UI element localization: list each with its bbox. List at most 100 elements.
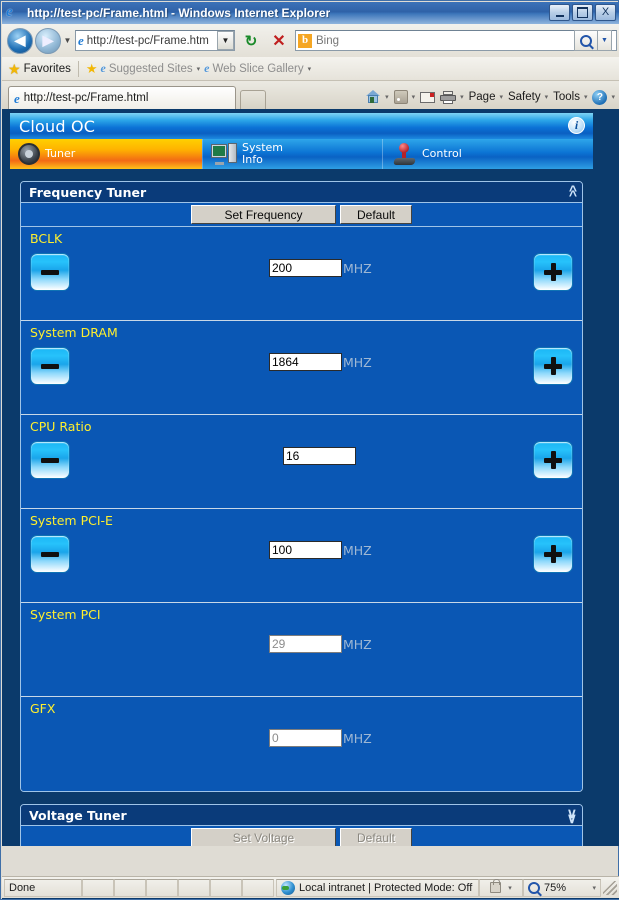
frequency-default-button[interactable]: Default [340,205,412,224]
voltage-tuner-header[interactable]: Voltage Tuner ∨ ∨ [21,805,582,826]
print-button[interactable]: ▾ [440,90,464,104]
add-to-favorites-bar-icon[interactable]: ★ [86,61,98,77]
decrease-button[interactable] [30,535,70,573]
value-input[interactable]: 29 [269,635,342,653]
toolbar-divider [77,60,79,77]
zoom-icon [528,881,540,894]
new-tab-button[interactable] [240,90,266,109]
unit-label: MHZ [343,636,372,652]
protected-mode-indicator[interactable]: ▾ [479,878,523,897]
command-bar: ▾ ▾ ▾ Page ▾ Safety ▾ Tools ▾ ? ▾ [266,85,619,109]
window-title: http://test-pc/Frame.html - Windows Inte… [27,6,331,20]
security-zone[interactable]: Local intranet | Protected Mode: Off [276,878,479,897]
navigation-bar: ◀ ▶ ▼ e http://test-pc/Frame.htm ▼ ↻ ✕ b… [2,24,619,57]
search-input[interactable]: Bing [316,35,574,47]
tab-system-info[interactable]: System Info [202,139,382,169]
increase-button[interactable] [533,253,573,291]
value-input[interactable]: 200 [269,259,342,277]
chevron-down-icon: ▾ [592,884,596,892]
safety-menu[interactable]: Safety ▾ [508,91,548,103]
tuner-row-label: System DRAM [30,325,118,340]
search-box[interactable]: b Bing ▼ [295,30,617,51]
decrease-button[interactable] [30,253,70,291]
steering-wheel-icon [18,143,40,165]
frequency-tuner-header[interactable]: Frequency Tuner ^ ^ [21,182,582,203]
decrease-button[interactable] [30,347,70,385]
value-group: 100 MHZ [269,541,372,559]
window-resize-grip[interactable] [603,880,617,895]
increase-button[interactable] [533,535,573,573]
address-bar[interactable]: e http://test-pc/Frame.htm ▼ [75,30,235,51]
value-input[interactable]: 0 [269,729,342,747]
web-slice-gallery-item[interactable]: e Web Slice Gallery ▾ [204,61,311,76]
set-frequency-button[interactable]: Set Frequency [191,205,336,224]
chevron-up-icon[interactable]: ^ ^ [569,183,577,202]
address-dropdown-icon[interactable]: ▼ [217,31,234,50]
tab-row: e http://test-pc/Frame.html ▾ ▾ ▾ Page ▾ [2,81,619,109]
page-menu-label: Page [468,91,496,103]
browser-tab[interactable]: e http://test-pc/Frame.html [8,86,236,109]
app-title: Cloud OC [19,116,96,136]
safety-menu-label: Safety [507,91,541,103]
value-group: 29 MHZ [269,635,372,653]
maximize-button[interactable] [572,4,593,21]
status-slot-2 [114,878,146,897]
value-group: 16 [283,447,356,465]
tab-control[interactable]: Control [382,139,562,169]
tools-menu[interactable]: Tools ▾ [553,91,587,103]
recent-pages-caret-icon[interactable]: ▼ [61,36,74,45]
app-tab-bar: Tuner System Info Control [10,139,593,169]
decrease-button[interactable] [30,441,70,479]
address-input[interactable]: http://test-pc/Frame.htm [87,35,217,47]
value-input[interactable]: 1864 [269,353,342,371]
search-provider-caret-icon[interactable]: ▼ [598,30,612,51]
favorites-label[interactable]: Favorites [24,63,71,75]
read-mail-button[interactable] [420,91,436,103]
chevron-down-icon: ▾ [196,65,201,73]
stop-button[interactable]: ✕ [267,29,291,53]
chevron-down-icon: ▾ [544,94,549,101]
refresh-button[interactable]: ↻ [239,29,263,53]
increase-button[interactable] [533,441,573,479]
voltage-default-button[interactable]: Default [340,828,412,846]
tools-menu-label: Tools [553,91,580,103]
tuner-row: CPU Ratio 16 [21,415,582,509]
value-input[interactable]: 100 [269,541,342,559]
value-input[interactable]: 16 [283,447,356,465]
tab-favicon-icon: e [14,90,20,106]
set-voltage-button[interactable]: Set Voltage [191,828,336,846]
tab-control-label: Control [422,147,462,160]
close-button[interactable]: X [595,4,616,21]
intranet-globe-icon [281,880,295,895]
tab-tuner[interactable]: Tuner [10,139,202,169]
minimize-button[interactable] [549,4,570,21]
page-favicon-icon: e [78,33,84,48]
suggested-sites-item[interactable]: e Suggested Sites ▾ [101,61,201,76]
security-zone-label: Local intranet | Protected Mode: Off [299,881,473,894]
search-icon [580,34,592,47]
lock-icon [490,879,502,893]
status-slot-4 [178,878,210,897]
tuner-row-label: GFX [30,701,56,716]
feeds-button[interactable]: ▾ [393,90,415,104]
tuner-row: BCLK 200 MHZ [21,227,582,321]
tab-tuner-label: Tuner [45,147,76,160]
forward-button[interactable]: ▶ [35,27,61,54]
help-menu[interactable]: ? ▾ [592,89,615,105]
tuner-row-label: BCLK [30,231,63,246]
favorites-star-icon: ★ [8,60,21,77]
rss-feed-icon [393,90,408,104]
page-menu[interactable]: Page ▾ [469,91,503,103]
zoom-control[interactable]: 75% ▾ [523,878,601,897]
increase-button[interactable] [533,347,573,385]
home-button[interactable]: ▾ [365,90,389,104]
stop-icon: ✕ [272,32,286,50]
voltage-tuner-panel: Voltage Tuner ∨ ∨ Set Voltage Default [20,804,583,846]
search-button[interactable] [574,30,598,51]
tuner-row: System PCI 29 MHZ [21,603,582,697]
back-button[interactable]: ◀ [7,27,33,54]
zoom-level: 75% [544,881,567,894]
info-icon[interactable]: i [568,117,585,134]
refresh-icon: ↻ [244,32,258,50]
chevron-down-icon[interactable]: ∨ ∨ [567,806,577,825]
